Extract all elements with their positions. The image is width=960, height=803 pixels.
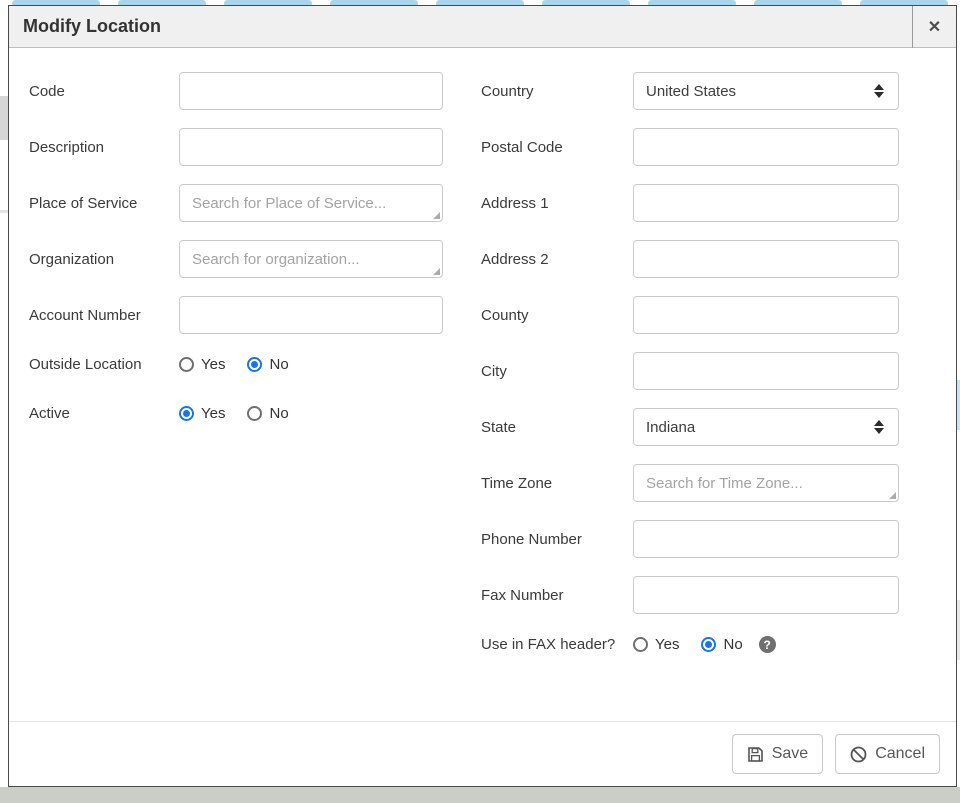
fax-number-label: Fax Number — [481, 583, 633, 608]
place-of-service-label: Place of Service — [29, 191, 179, 216]
state-select[interactable]: Indiana — [633, 408, 899, 446]
modify-location-dialog: Modify Location ✕ Code Description Place… — [8, 5, 957, 787]
active-label: Active — [29, 401, 179, 426]
address-2-label: Address 2 — [481, 247, 633, 272]
city-label: City — [481, 359, 633, 384]
place-of-service-search-input[interactable] — [179, 184, 443, 222]
form-row-account-number: Account Number — [29, 296, 443, 334]
organization-label: Organization — [29, 247, 179, 272]
form-row-phone-number: Phone Number — [481, 520, 899, 558]
background-fragment — [0, 96, 8, 140]
outside-location-yes-label[interactable]: Yes — [201, 356, 225, 373]
cancel-button[interactable]: Cancel — [835, 734, 940, 774]
outside-location-label: Outside Location — [29, 352, 179, 377]
description-label: Description — [29, 135, 179, 160]
form-row-city: City — [481, 352, 899, 390]
form-row-organization: Organization — [29, 240, 443, 278]
form-row-time-zone: Time Zone — [481, 464, 899, 502]
city-input[interactable] — [633, 352, 899, 390]
outside-location-yes-radio[interactable] — [179, 357, 194, 372]
dialog-title: Modify Location — [9, 16, 912, 37]
save-button[interactable]: Save — [732, 734, 823, 774]
postal-code-label: Postal Code — [481, 135, 633, 160]
organization-search-input[interactable] — [179, 240, 443, 278]
description-input[interactable] — [179, 128, 443, 166]
active-yes-radio[interactable] — [179, 406, 194, 421]
form-row-active: Active Yes No — [29, 401, 443, 426]
close-icon: ✕ — [928, 17, 941, 37]
close-button[interactable]: ✕ — [912, 6, 956, 48]
outside-location-radio-group: Yes No — [179, 356, 443, 373]
outside-location-no-radio[interactable] — [247, 357, 262, 372]
country-label: Country — [481, 79, 633, 104]
form-row-fax-number: Fax Number — [481, 576, 899, 614]
time-zone-label: Time Zone — [481, 471, 633, 496]
state-select-value: Indiana — [646, 419, 695, 436]
form-row-place-of-service: Place of Service — [29, 184, 443, 222]
active-no-label[interactable]: No — [269, 405, 288, 422]
active-yes-label[interactable]: Yes — [201, 405, 225, 422]
code-label: Code — [29, 79, 179, 104]
form-column-left: Code Description Place of Service Organi… — [29, 72, 443, 721]
dialog-body: Code Description Place of Service Organi… — [9, 48, 956, 721]
code-input[interactable] — [179, 72, 443, 110]
account-number-input[interactable] — [179, 296, 443, 334]
active-radio-group: Yes No — [179, 405, 443, 422]
outside-location-no-label[interactable]: No — [269, 356, 288, 373]
floppy-disk-icon — [747, 746, 764, 763]
account-number-label: Account Number — [29, 303, 179, 328]
county-input[interactable] — [633, 296, 899, 334]
save-button-label: Save — [772, 745, 808, 763]
fax-number-input[interactable] — [633, 576, 899, 614]
phone-number-label: Phone Number — [481, 527, 633, 552]
form-row-address-2: Address 2 — [481, 240, 899, 278]
background-fragment — [0, 210, 8, 213]
form-row-postal-code: Postal Code — [481, 128, 899, 166]
use-in-fax-header-yes-label[interactable]: Yes — [655, 636, 679, 653]
country-select[interactable]: United States — [633, 72, 899, 110]
help-icon[interactable]: ? — [759, 636, 776, 653]
active-no-radio[interactable] — [247, 406, 262, 421]
form-row-country: Country United States — [481, 72, 899, 110]
county-label: County — [481, 303, 633, 328]
address-1-input[interactable] — [633, 184, 899, 222]
use-in-fax-header-label: Use in FAX header? — [481, 632, 633, 657]
select-arrows-icon — [874, 420, 884, 434]
form-row-use-in-fax-header: Use in FAX header? Yes No ? — [481, 632, 899, 657]
use-in-fax-header-no-label[interactable]: No — [723, 636, 742, 653]
address-1-label: Address 1 — [481, 191, 633, 216]
use-in-fax-header-no-radio[interactable] — [701, 637, 716, 652]
time-zone-search-input[interactable] — [633, 464, 899, 502]
form-row-code: Code — [29, 72, 443, 110]
background-strip — [0, 787, 960, 803]
select-arrows-icon — [874, 84, 884, 98]
use-in-fax-header-radio-group: Yes No ? — [633, 636, 899, 653]
form-row-description: Description — [29, 128, 443, 166]
state-label: State — [481, 415, 633, 440]
phone-number-input[interactable] — [633, 520, 899, 558]
use-in-fax-header-yes-radio[interactable] — [633, 637, 648, 652]
country-select-value: United States — [646, 83, 736, 100]
form-column-right: Country United States Postal Code Addres… — [481, 72, 899, 721]
dialog-header: Modify Location ✕ — [9, 6, 956, 48]
form-row-outside-location: Outside Location Yes No — [29, 352, 443, 377]
postal-code-input[interactable] — [633, 128, 899, 166]
ban-icon — [850, 746, 867, 763]
address-2-input[interactable] — [633, 240, 899, 278]
dialog-footer: Save Cancel — [9, 721, 956, 786]
form-row-state: State Indiana — [481, 408, 899, 446]
form-row-county: County — [481, 296, 899, 334]
form-row-address-1: Address 1 — [481, 184, 899, 222]
cancel-button-label: Cancel — [875, 745, 925, 763]
